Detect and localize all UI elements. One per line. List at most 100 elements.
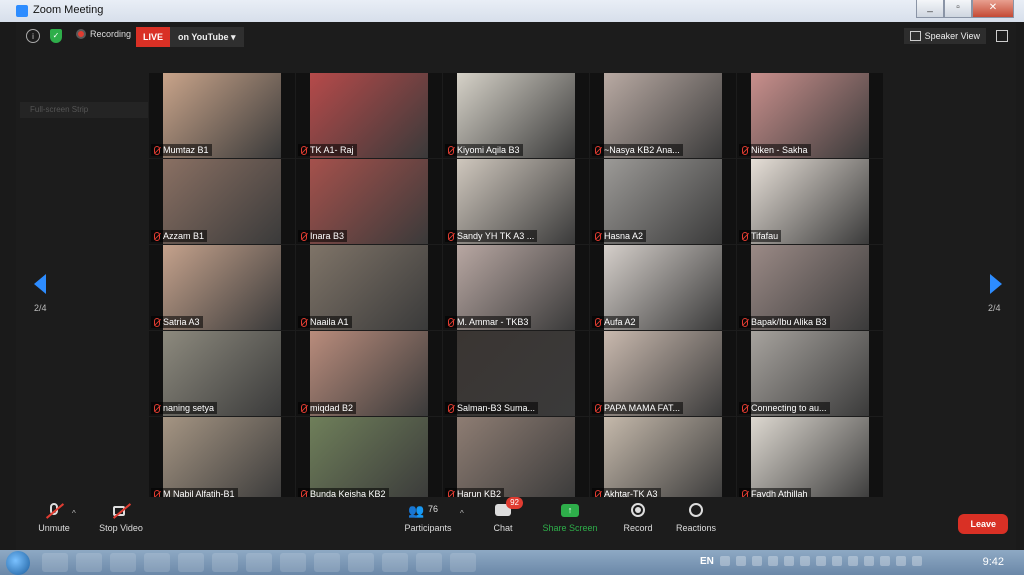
page-indicator-right: 2/4 bbox=[988, 303, 1001, 313]
chat-badge: 92 bbox=[506, 497, 523, 509]
tray-icon[interactable] bbox=[847, 556, 858, 566]
participant-name-label: Connecting to au... bbox=[739, 402, 830, 414]
stop-video-button[interactable]: Stop Video bbox=[96, 503, 146, 533]
tray-icon[interactable] bbox=[815, 556, 826, 566]
zoom-logo-icon bbox=[16, 5, 28, 17]
folder-icon[interactable] bbox=[76, 553, 102, 572]
app-icon[interactable] bbox=[110, 553, 136, 572]
video-tile[interactable]: Bapak/Ibu Alika B3 bbox=[737, 245, 883, 330]
speaker-view-button[interactable]: Speaker View bbox=[903, 28, 986, 44]
video-tile[interactable]: Akhtar-TK A3 bbox=[590, 417, 736, 502]
zoom-taskbar-icon[interactable] bbox=[450, 553, 476, 572]
participant-name: Satria A3 bbox=[163, 317, 200, 327]
security-status[interactable]: ✓ bbox=[50, 29, 62, 43]
video-tile[interactable]: Azzam B1 bbox=[149, 159, 295, 244]
fullscreen-icon[interactable] bbox=[996, 30, 1008, 42]
network-icon[interactable] bbox=[911, 556, 922, 566]
video-tile[interactable]: Tifafau bbox=[737, 159, 883, 244]
stream-destination[interactable]: on YouTube ▾ bbox=[170, 27, 244, 47]
meeting-toolbar: Unmute ^ Stop Video 👥 76 Participants ^ … bbox=[16, 497, 1016, 550]
tray-icon[interactable] bbox=[767, 556, 778, 566]
leave-button[interactable]: Leave bbox=[958, 514, 1008, 534]
tray-icon[interactable] bbox=[783, 556, 794, 566]
prev-page-arrow-icon[interactable] bbox=[34, 274, 46, 294]
recording-indicator[interactable]: Recording bbox=[76, 29, 131, 39]
video-tile[interactable]: Aufa A2 bbox=[590, 245, 736, 330]
minimize-button[interactable]: _ bbox=[916, 0, 944, 18]
live-stream-indicator[interactable]: LIVE on YouTube ▾ bbox=[136, 27, 244, 47]
unmute-label: Unmute bbox=[38, 523, 70, 533]
tray-icon[interactable] bbox=[719, 556, 730, 566]
record-label: Record bbox=[623, 523, 653, 533]
browser-icon[interactable] bbox=[416, 553, 442, 572]
video-off-icon bbox=[111, 503, 132, 519]
video-tile[interactable]: TK A1- Raj bbox=[296, 73, 442, 158]
participant-name-label: Mumtaz B1 bbox=[151, 144, 212, 156]
participant-name: Niken - Sakha bbox=[751, 145, 808, 155]
video-tile[interactable]: M Nabil Alfatih-B1 bbox=[149, 417, 295, 502]
audio-options-caret-icon[interactable]: ^ bbox=[72, 509, 76, 518]
browser-icon[interactable] bbox=[246, 553, 272, 572]
video-tile[interactable]: Kiyomi Aqila B3 bbox=[443, 73, 589, 158]
app-icon[interactable] bbox=[42, 553, 68, 572]
video-tile[interactable]: Sandy YH TK A3 ... bbox=[443, 159, 589, 244]
video-tile[interactable]: Satria A3 bbox=[149, 245, 295, 330]
reactions-label: Reactions bbox=[675, 523, 717, 533]
video-tile[interactable]: miqdad B2 bbox=[296, 331, 442, 416]
video-tile[interactable]: PAPA MAMA FAT... bbox=[590, 331, 736, 416]
video-tile[interactable]: M. Ammar - TKB3 bbox=[443, 245, 589, 330]
tray-icon[interactable] bbox=[879, 556, 890, 566]
share-screen-button[interactable]: ↑ Share Screen bbox=[541, 503, 599, 533]
video-tile[interactable]: Harun KB2 bbox=[443, 417, 589, 502]
app-icon[interactable] bbox=[178, 553, 204, 572]
next-page-arrow-icon[interactable] bbox=[990, 274, 1002, 294]
chat-button[interactable]: 92 Chat bbox=[488, 497, 523, 533]
window-controls: _ ▫ ✕ bbox=[916, 0, 1014, 18]
participant-name-label: Satria A3 bbox=[151, 316, 203, 328]
volume-icon[interactable] bbox=[895, 556, 906, 566]
maximize-button[interactable]: ▫ bbox=[944, 0, 972, 18]
reactions-button[interactable]: Reactions bbox=[674, 503, 718, 533]
mic-muted-icon bbox=[742, 403, 748, 413]
info-button[interactable]: i bbox=[26, 29, 40, 43]
video-tile[interactable]: Faydh Athillah bbox=[737, 417, 883, 502]
tray-icon[interactable] bbox=[799, 556, 810, 566]
video-tile[interactable]: Connecting to au... bbox=[737, 331, 883, 416]
media-icon[interactable] bbox=[144, 553, 170, 572]
video-tile[interactable]: Mumtaz B1 bbox=[149, 73, 295, 158]
video-tile[interactable]: Niken - Sakha bbox=[737, 73, 883, 158]
language-indicator[interactable]: EN bbox=[700, 556, 714, 567]
participants-caret-icon[interactable]: ^ bbox=[460, 509, 464, 518]
participants-button[interactable]: 👥 76 Participants bbox=[398, 503, 458, 533]
powerpoint-icon[interactable] bbox=[314, 553, 340, 572]
mic-muted-icon bbox=[301, 317, 307, 327]
video-tile[interactable]: ~Nasya KB2 Ana... bbox=[590, 73, 736, 158]
video-tile[interactable]: Hasna A2 bbox=[590, 159, 736, 244]
share-screen-label: Share Screen bbox=[542, 523, 598, 533]
participant-name-label: miqdad B2 bbox=[298, 402, 357, 414]
video-tile[interactable]: Inara B3 bbox=[296, 159, 442, 244]
chrome-icon[interactable] bbox=[280, 553, 306, 572]
clock[interactable]: 9:42 bbox=[983, 556, 1004, 568]
speaker-view-label: Speaker View bbox=[924, 31, 980, 41]
video-tile[interactable]: naning setya bbox=[149, 331, 295, 416]
close-button[interactable]: ✕ bbox=[972, 0, 1014, 18]
app-icon[interactable] bbox=[382, 553, 408, 572]
unmute-button[interactable]: Unmute bbox=[34, 503, 74, 533]
chat-label: Chat bbox=[493, 523, 513, 533]
start-button-icon[interactable] bbox=[6, 551, 30, 575]
participant-name: M. Ammar - TKB3 bbox=[457, 317, 529, 327]
tray-icon[interactable] bbox=[735, 556, 746, 566]
app-icon[interactable] bbox=[212, 553, 238, 572]
tray-icon[interactable] bbox=[863, 556, 874, 566]
video-tile[interactable]: Salman-B3 Suma... bbox=[443, 331, 589, 416]
participant-name: Kiyomi Aqila B3 bbox=[457, 145, 520, 155]
app-icon[interactable] bbox=[348, 553, 374, 572]
tray-icon[interactable] bbox=[831, 556, 842, 566]
tray-icon[interactable] bbox=[751, 556, 762, 566]
video-tile[interactable]: Naaila A1 bbox=[296, 245, 442, 330]
record-button[interactable]: Record bbox=[620, 503, 656, 533]
participant-name-label: ~Nasya KB2 Ana... bbox=[592, 144, 683, 156]
participant-name: Bapak/Ibu Alika B3 bbox=[751, 317, 827, 327]
video-tile[interactable]: Bunda Keisha KB2 bbox=[296, 417, 442, 502]
